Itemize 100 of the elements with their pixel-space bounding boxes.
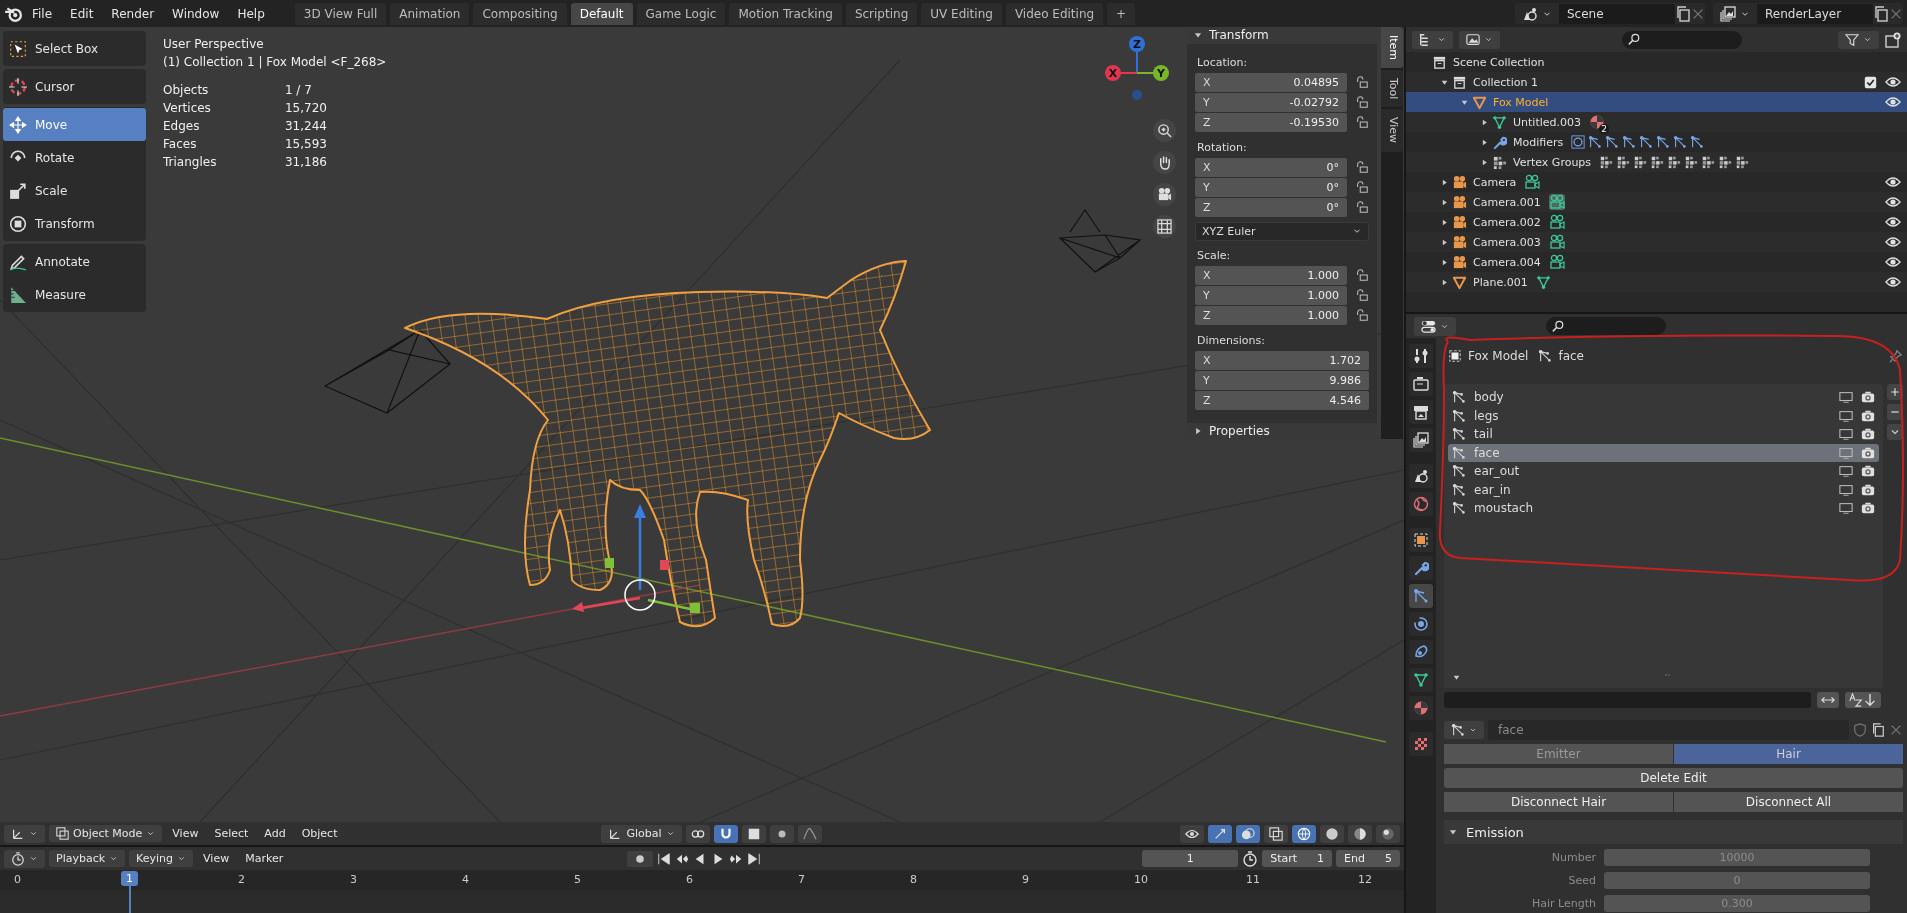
frame-number: 2 [238, 873, 245, 886]
frame-number: 0 [14, 873, 21, 886]
workspace-tab[interactable]: UV Editing [921, 2, 1002, 25]
add-workspace-button[interactable]: + [1107, 2, 1136, 25]
tool-button[interactable]: Select Box [3, 32, 146, 65]
menu-item[interactable]: File [24, 3, 61, 24]
outliner-row[interactable]: Camera [1406, 172, 1907, 192]
tool-button[interactable]: Scale [3, 174, 146, 207]
frame-number: 12 [1358, 873, 1372, 886]
workspace-tab[interactable]: Motion Tracking [729, 2, 842, 25]
menu-item[interactable]: Edit [62, 3, 102, 24]
sidebar-tab[interactable]: Tool [1381, 70, 1403, 108]
workspace-tab[interactable]: Compositing [473, 2, 567, 25]
panel-title: Properties [1209, 423, 1270, 438]
workspace-tab[interactable]: Game Logic [636, 2, 726, 25]
frame-number: 5 [574, 873, 581, 886]
panel-header[interactable]: Emission [1444, 820, 1903, 844]
outliner-row[interactable]: Collection 1 [1406, 72, 1907, 92]
outliner-row[interactable]: Camera.001 [1406, 192, 1907, 212]
datablock-name-field[interactable]: face [1488, 720, 1849, 740]
axis-label[interactable]: Y [1153, 65, 1169, 81]
tool-button[interactable]: Annotate [3, 245, 146, 278]
number-field[interactable]: Y 9.986 [1195, 370, 1369, 390]
panel-title: Emission [1466, 824, 1524, 840]
outliner-row[interactable]: Scene Collection [1406, 52, 1907, 72]
number-field[interactable]: X 0° [1195, 157, 1347, 177]
outliner-row[interactable]: Untitled.003 2 [1406, 112, 1907, 132]
number-field[interactable]: X 1.000 [1195, 265, 1347, 285]
panel-header[interactable]: Properties [1187, 422, 1377, 439]
frame-number: 6 [686, 873, 693, 886]
view-layer-field[interactable]: RenderLayer [1757, 3, 1873, 24]
number-field[interactable]: Z 4.546 [1195, 390, 1369, 410]
sidebar-tab[interactable]: Item [1381, 27, 1403, 69]
number-field[interactable]: Y 0° [1195, 177, 1347, 197]
rotation-mode-dropdown[interactable]: XYZ Euler [1195, 221, 1369, 241]
frame-range-field[interactable]: End 5 [1336, 850, 1400, 867]
outliner-row[interactable]: Camera.002 [1406, 212, 1907, 232]
list-row[interactable]: face [1448, 443, 1879, 462]
list-row[interactable]: moustach [1448, 499, 1879, 518]
number-field[interactable]: X 1.702 [1195, 350, 1369, 370]
menu-item[interactable]: Help [229, 3, 273, 24]
menu-item[interactable]: Window [164, 3, 228, 24]
tool-button[interactable]: Transform [3, 207, 146, 240]
section-label: Rotation: [1197, 140, 1248, 154]
menu-dropdown[interactable]: Keying [129, 850, 194, 867]
number-field[interactable]: Z 1.000 [1195, 305, 1347, 325]
list-row[interactable]: ear_out [1448, 462, 1879, 481]
current-frame-field[interactable]: 1 [1142, 850, 1239, 867]
menu-item[interactable]: View [197, 850, 236, 867]
outliner-row[interactable]: Vertex Groups [1406, 152, 1907, 172]
list-row[interactable]: legs [1448, 406, 1879, 425]
scene-field[interactable]: Scene [1559, 3, 1675, 24]
number-field[interactable]: Y 1.000 [1195, 285, 1347, 305]
menu-item[interactable]: Render [103, 3, 163, 24]
outliner-row[interactable]: Fox Model [1406, 92, 1907, 112]
outliner-row[interactable]: Camera.003 [1406, 232, 1907, 252]
menu-item[interactable]: Marker [239, 850, 290, 867]
workspace-tab[interactable]: Animation [390, 2, 470, 25]
breadcrumb-item: Fox Model [1468, 349, 1529, 363]
number-field[interactable]: X 0.04895 [1195, 72, 1347, 92]
tool-button[interactable]: Measure [3, 278, 146, 311]
menu-item[interactable]: Add [258, 825, 292, 842]
axis-label[interactable]: X [1105, 65, 1121, 81]
workspace-tab[interactable]: Scripting [845, 2, 918, 25]
menu-item[interactable]: Object [295, 825, 344, 842]
number-field[interactable]: Y -0.02792 [1195, 92, 1347, 112]
type-toggle[interactable]: Hair [1674, 744, 1903, 764]
outliner-row[interactable]: Plane.001 [1406, 272, 1907, 292]
workspace-tab[interactable]: Video Editing [1005, 2, 1104, 25]
frame-range-field[interactable]: Start 1 [1262, 850, 1333, 867]
section-label: Location: [1197, 55, 1249, 69]
menu-item[interactable]: View [166, 825, 205, 842]
workspace-tab[interactable]: Default [570, 2, 633, 25]
mode-dropdown[interactable]: Object Mode [49, 825, 163, 842]
outliner-row[interactable]: Modifiers [1406, 132, 1907, 152]
list-row[interactable]: ear_in [1448, 480, 1879, 499]
number-field[interactable]: Z -0.19530 [1195, 112, 1347, 132]
number-field[interactable]: Z 0° [1195, 197, 1347, 217]
orientation-dropdown[interactable]: Global [601, 824, 682, 843]
tool-button[interactable]: Rotate [3, 141, 146, 174]
stat-label: Objects [163, 82, 210, 99]
list-row[interactable]: tail [1448, 425, 1879, 444]
disconnect-button[interactable]: Disconnect Hair [1444, 792, 1673, 812]
panel-header[interactable]: Transform [1187, 27, 1377, 44]
delete-edit-button[interactable]: Delete Edit [1444, 768, 1903, 788]
list-row[interactable]: body [1448, 388, 1879, 407]
sidebar-tab[interactable]: View [1381, 109, 1403, 152]
axis-label[interactable]: Z [1129, 36, 1145, 52]
outliner-row[interactable]: Camera.004 [1406, 252, 1907, 272]
playhead[interactable]: 1 [121, 871, 138, 886]
menu-dropdown[interactable]: Playback [49, 850, 126, 867]
tool-button[interactable]: Move [3, 108, 146, 141]
workspace-tab[interactable]: 3D View Full [294, 2, 387, 25]
stat-label: Edges [163, 118, 201, 135]
disconnect-button[interactable]: Disconnect All [1674, 792, 1903, 812]
menu-item[interactable]: Select [208, 825, 255, 842]
stat-label: Triangles [163, 154, 218, 171]
object-context: (1) Collection 1 | Fox Model <F_268> [163, 54, 387, 71]
tool-button[interactable]: Cursor [3, 70, 146, 103]
frame-number: 4 [462, 873, 469, 886]
